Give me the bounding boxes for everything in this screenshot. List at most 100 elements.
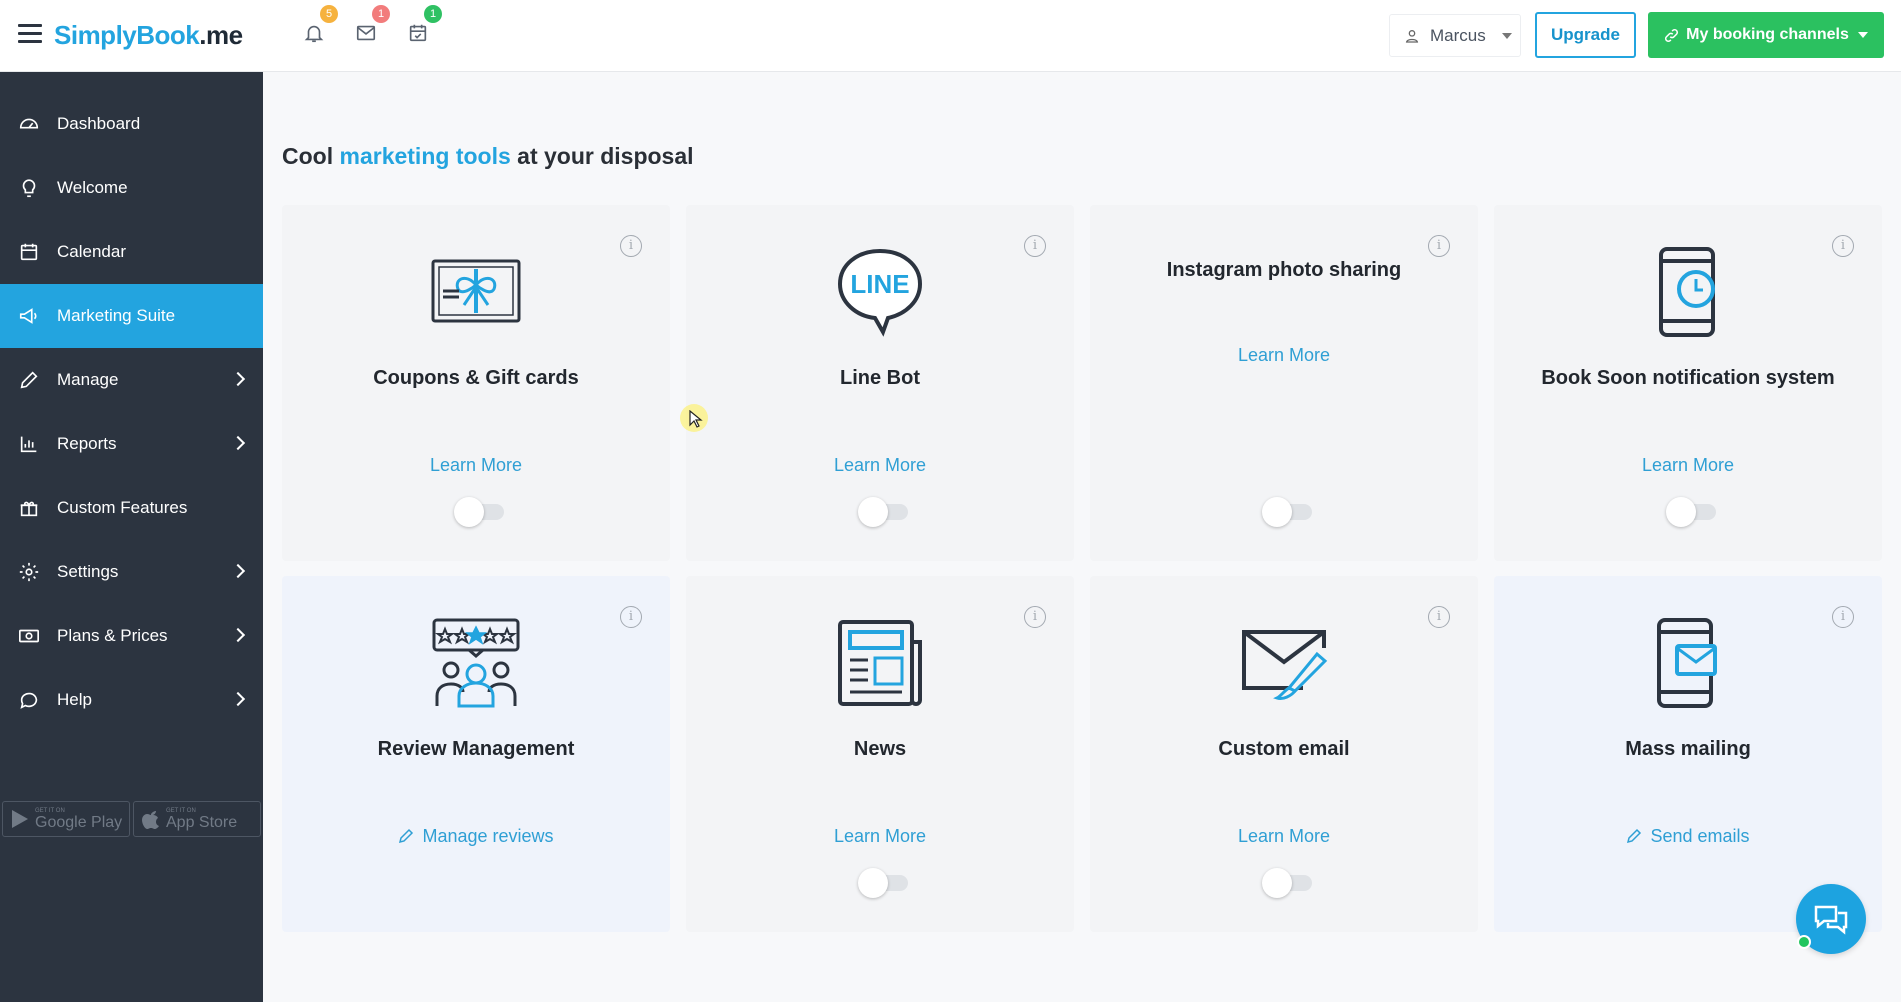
sidebar-item-label: Dashboard	[57, 114, 141, 133]
feature-toggle[interactable]	[1262, 868, 1314, 898]
card-title: Review Management	[377, 738, 575, 760]
info-icon[interactable]: i	[620, 235, 642, 257]
sidebar-item-welcome[interactable]: Welcome	[0, 156, 263, 220]
chat-bubble-icon	[18, 689, 42, 711]
chevron-right-icon	[230, 691, 246, 707]
info-icon[interactable]: i	[1428, 235, 1450, 257]
card-title: Coupons & Gift cards	[373, 367, 579, 389]
card-title: Line Bot	[840, 367, 920, 389]
sidebar-item-manage[interactable]: Manage	[0, 348, 263, 412]
pencil-icon	[399, 828, 414, 844]
tasks-calendar-check-icon[interactable]: 1	[406, 5, 442, 48]
chevron-right-icon	[230, 435, 246, 451]
learn-more-link[interactable]: Learn More	[1090, 826, 1478, 847]
store-big-text: Google Play	[35, 813, 123, 831]
info-icon[interactable]: i	[1832, 606, 1854, 628]
app-store-badge[interactable]: GET IT ON App Store	[133, 801, 261, 837]
learn-more-link[interactable]: Learn More	[1494, 455, 1882, 476]
sidebar-item-settings[interactable]: Settings	[0, 540, 263, 604]
sidebar-item-label: Reports	[57, 434, 117, 453]
megaphone-icon	[18, 305, 42, 327]
feature-toggle[interactable]	[1666, 497, 1718, 527]
calendar-icon	[18, 241, 42, 263]
sidebar-item-label: Help	[57, 690, 92, 709]
logo[interactable]: SimplyBook.me	[54, 20, 243, 51]
feature-toggle[interactable]	[454, 497, 506, 527]
sidebar: Dashboard Welcome Calendar Marketing Sui…	[0, 72, 263, 1002]
booking-channels-label: My booking channels	[1686, 26, 1849, 43]
card-title: News	[853, 738, 907, 760]
feature-toggle[interactable]	[858, 497, 910, 527]
mouse-cursor-icon	[680, 404, 708, 432]
notifications-bell-icon[interactable]: 5	[302, 5, 338, 48]
user-icon	[1405, 29, 1419, 43]
card-title: Custom email	[1218, 738, 1350, 760]
info-icon[interactable]: i	[1832, 235, 1854, 257]
title-accent: marketing tools	[339, 143, 511, 169]
tool-card-custom-email: i Custom email Learn More	[1090, 576, 1478, 932]
play-icon	[12, 810, 28, 828]
upgrade-button[interactable]: Upgrade	[1535, 12, 1636, 58]
chevron-right-icon	[230, 563, 246, 579]
store-big-text: App Store	[166, 813, 238, 831]
sidebar-item-custom-features[interactable]: Custom Features	[0, 476, 263, 540]
messages-envelope-icon[interactable]: 1	[354, 5, 390, 48]
tool-card-news: i News Learn More	[686, 576, 1074, 932]
chevron-down-icon	[1501, 32, 1512, 39]
learn-more-link[interactable]: Learn More	[686, 455, 1074, 476]
chat-icon	[1814, 905, 1848, 935]
messages-badge: 1	[372, 5, 390, 23]
sidebar-item-label: Calendar	[57, 242, 126, 261]
tasks-badge: 1	[424, 5, 442, 23]
info-icon[interactable]: i	[620, 606, 642, 628]
hamburger-menu-icon[interactable]	[18, 24, 42, 44]
send-emails-label: Send emails	[1650, 826, 1750, 846]
info-icon[interactable]: i	[1024, 606, 1046, 628]
title-prefix: Cool	[282, 143, 340, 169]
user-menu[interactable]: Marcus	[1389, 14, 1521, 57]
booking-channels-button[interactable]: My booking channels	[1648, 12, 1884, 58]
sidebar-item-label: Settings	[57, 562, 119, 581]
sidebar-item-marketing-suite[interactable]: Marketing Suite	[0, 284, 263, 348]
sidebar-item-plans-prices[interactable]: Plans & Prices	[0, 604, 263, 668]
phone-mail-icon	[1657, 618, 1717, 708]
sidebar-item-reports[interactable]: Reports	[0, 412, 263, 476]
sidebar-item-calendar[interactable]: Calendar	[0, 220, 263, 284]
user-name: Marcus	[1430, 25, 1486, 45]
top-bar: SimplyBook.me 5 1 1 Marcus Upgrade My bo…	[0, 0, 1901, 72]
sidebar-item-help[interactable]: Help	[0, 668, 263, 732]
info-icon[interactable]: i	[1428, 606, 1450, 628]
pencil-icon	[1627, 828, 1642, 844]
tool-card-book-soon: i Book Soon notification system Learn Mo…	[1494, 205, 1882, 561]
dashboard-icon	[18, 113, 42, 135]
link-icon	[1665, 28, 1679, 42]
send-emails-link[interactable]: Send emails	[1494, 826, 1882, 847]
online-status-dot	[1797, 935, 1811, 949]
logo-main: SimplyBook	[54, 20, 200, 50]
tool-card-review-management: i Review Management Manage reviews	[282, 576, 670, 932]
chevron-down-icon	[1857, 32, 1868, 38]
bar-chart-icon	[18, 433, 42, 455]
pencil-icon	[18, 369, 42, 391]
envelope-brush-icon	[1242, 630, 1328, 700]
feature-toggle[interactable]	[1262, 497, 1314, 527]
gift-card-icon	[431, 259, 521, 323]
gift-icon	[18, 497, 42, 519]
feature-toggle[interactable]	[858, 868, 910, 898]
learn-more-link[interactable]: Learn More	[282, 455, 670, 476]
learn-more-link[interactable]: Learn More	[1090, 345, 1478, 366]
info-icon[interactable]: i	[1024, 235, 1046, 257]
lightbulb-icon	[18, 177, 42, 199]
google-play-badge[interactable]: GET IT ON Google Play	[2, 801, 130, 837]
learn-more-link[interactable]: Learn More	[686, 826, 1074, 847]
logo-suffix: .me	[199, 20, 243, 50]
gear-icon	[18, 561, 42, 583]
sidebar-item-label: Manage	[57, 370, 119, 389]
sidebar-item-dashboard[interactable]: Dashboard	[0, 92, 263, 156]
phone-clock-icon	[1659, 247, 1715, 337]
manage-reviews-link[interactable]: Manage reviews	[282, 826, 670, 847]
tool-card-line-bot: i LINE Line Bot Learn More	[686, 205, 1074, 561]
card-title: Book Soon notification system	[1541, 367, 1835, 389]
apple-icon	[142, 811, 159, 829]
chevron-right-icon	[230, 371, 246, 387]
